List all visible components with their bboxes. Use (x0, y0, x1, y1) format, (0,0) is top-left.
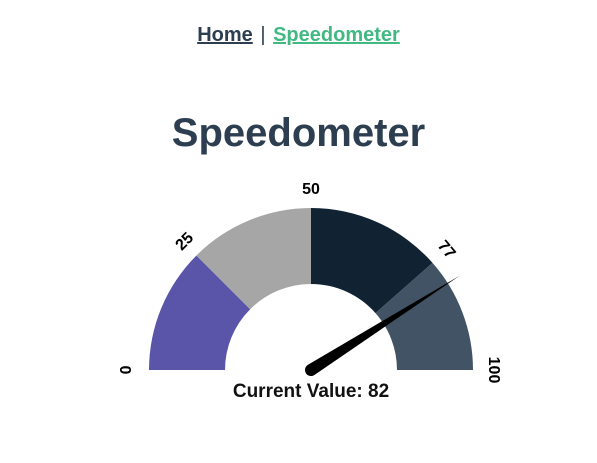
tick-label-50: 50 (302, 181, 320, 198)
tick-label-0: 0 (116, 366, 133, 375)
tick-label-25: 25 (172, 229, 197, 254)
current-value-label: Current Value: 82 (232, 381, 390, 402)
gauge-segments (149, 208, 473, 370)
tick-label-77: 77 (434, 238, 459, 263)
